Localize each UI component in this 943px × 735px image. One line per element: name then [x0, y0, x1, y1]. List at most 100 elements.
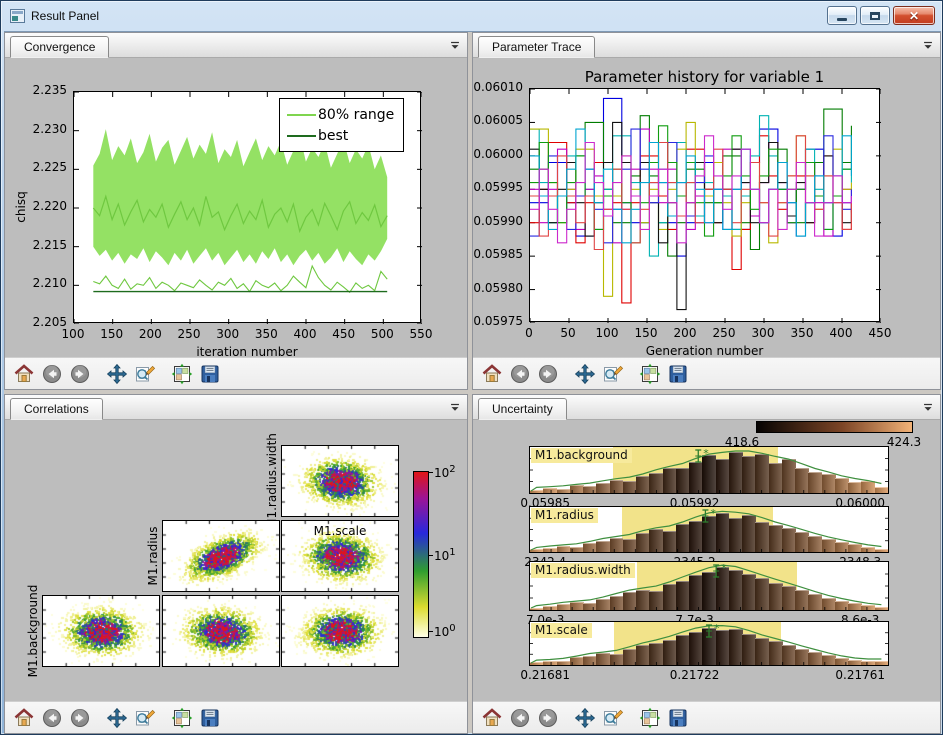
- pan-button[interactable]: [103, 360, 131, 387]
- back-icon: [509, 363, 531, 385]
- home-button[interactable]: [10, 360, 38, 387]
- tick-label: 2.225: [23, 160, 67, 174]
- tick-label: 2.215: [23, 238, 67, 252]
- panel-convergence: Convergence 1001502002503003504004505005…: [4, 32, 468, 390]
- colorbar-tick: [429, 472, 433, 473]
- zoom-rect-icon: [134, 707, 156, 729]
- tick-label: 150: [626, 326, 666, 340]
- back-button[interactable]: [506, 704, 534, 731]
- tab-label: Parameter Trace: [492, 40, 581, 54]
- save-icon: [667, 363, 689, 385]
- pan-icon: [106, 363, 128, 385]
- exponent: 2: [449, 464, 455, 475]
- tick-label: 400: [285, 327, 325, 341]
- save-button[interactable]: [196, 360, 224, 387]
- forward-button[interactable]: [534, 704, 562, 731]
- histogram-tick-label: 0.21681: [510, 668, 580, 682]
- close-button[interactable]: ✕: [893, 6, 935, 25]
- tick-label: 0.05975: [473, 314, 523, 328]
- panel-uncertainty: Uncertainty 418.6424.3*M1.background0.05…: [472, 394, 941, 734]
- tick-label: 250: [704, 326, 744, 340]
- tab-parameter-trace[interactable]: Parameter Trace: [478, 36, 595, 58]
- uncertainty-colorbar: [756, 421, 913, 433]
- forward-button[interactable]: [66, 704, 94, 731]
- path: [530, 126, 851, 243]
- save-button[interactable]: [196, 704, 224, 731]
- configure-subplots-icon: [171, 707, 193, 729]
- correlation-heatmap-canvas: [43, 596, 159, 666]
- save-icon: [667, 707, 689, 729]
- configure-subplots-icon: [639, 363, 661, 385]
- colorbar-tick-label: 102: [434, 464, 456, 480]
- tick-label: 50: [548, 326, 588, 340]
- save-icon: [199, 363, 221, 385]
- back-button[interactable]: [38, 704, 66, 731]
- pan-button[interactable]: [103, 704, 131, 731]
- tab-label: Convergence: [24, 40, 95, 54]
- pan-icon: [574, 363, 596, 385]
- panel-correlations: Correlations M1.radius.widthM1.radiusM1.…: [4, 394, 468, 734]
- tab-dropdown-button[interactable]: [919, 399, 936, 416]
- chart-title: Parameter history for variable 1: [555, 68, 855, 86]
- home-icon: [481, 363, 503, 385]
- parameter-name-chip: M1.background: [531, 448, 632, 463]
- tab-dropdown-button[interactable]: [446, 399, 463, 416]
- tab-correlations[interactable]: Correlations: [10, 398, 103, 420]
- home-button[interactable]: [478, 704, 506, 731]
- x-axis-label: iteration number: [177, 345, 317, 357]
- configure-subplots-button[interactable]: [636, 704, 664, 731]
- tick-label: 400: [821, 326, 861, 340]
- home-button[interactable]: [10, 704, 38, 731]
- save-button[interactable]: [664, 704, 692, 731]
- zoom-rect-button[interactable]: [599, 360, 627, 387]
- tabbar-parameter-trace: Parameter Trace: [473, 33, 940, 58]
- tabbar-convergence: Convergence: [5, 33, 467, 58]
- forward-icon: [537, 363, 559, 385]
- correlation-plot: [162, 520, 280, 592]
- correlation-colorbar: [413, 471, 429, 638]
- zoom-rect-button[interactable]: [131, 360, 159, 387]
- home-button[interactable]: [478, 360, 506, 387]
- pan-button[interactable]: [571, 360, 599, 387]
- home-icon: [13, 707, 35, 729]
- parameter-name-chip: M1.scale: [531, 623, 592, 638]
- tab-dropdown-button[interactable]: [446, 37, 463, 54]
- dropdown-arrow-icon: [448, 39, 462, 53]
- back-icon: [41, 707, 63, 729]
- tick-label: 0.06005: [473, 113, 523, 127]
- tick-label: 350: [246, 327, 286, 341]
- tab-dropdown-button[interactable]: [919, 37, 936, 54]
- zoom-rect-button[interactable]: [131, 704, 159, 731]
- home-icon: [13, 363, 35, 385]
- uncertainty-histogram: *M1.radius.width: [529, 561, 889, 611]
- maximize-button[interactable]: [860, 6, 890, 25]
- pan-button[interactable]: [571, 704, 599, 731]
- save-button[interactable]: [664, 360, 692, 387]
- forward-button[interactable]: [534, 360, 562, 387]
- colorbar-tick-label: 101: [434, 547, 456, 563]
- x-axis-label: Generation number: [625, 344, 785, 357]
- configure-subplots-button[interactable]: [168, 704, 196, 731]
- tab-convergence[interactable]: Convergence: [10, 36, 109, 58]
- tab-uncertainty[interactable]: Uncertainty: [478, 398, 567, 420]
- minimize-button[interactable]: [827, 6, 857, 25]
- tick-label: 0.06000: [473, 147, 523, 161]
- correlation-plot: [281, 445, 399, 517]
- legend-entry: 80% range: [287, 104, 394, 125]
- tick-label: 0.05990: [473, 214, 523, 228]
- configure-subplots-button[interactable]: [636, 360, 664, 387]
- back-button[interactable]: [506, 360, 534, 387]
- tick-label: 0.05980: [473, 281, 523, 295]
- tick-label: 350: [782, 326, 822, 340]
- back-icon: [41, 363, 63, 385]
- back-icon: [509, 707, 531, 729]
- forward-button[interactable]: [66, 360, 94, 387]
- configure-subplots-button[interactable]: [168, 360, 196, 387]
- back-button[interactable]: [38, 360, 66, 387]
- forward-icon: [69, 363, 91, 385]
- parameter-name-chip: M1.radius.width: [531, 563, 635, 578]
- zoom-rect-button[interactable]: [599, 704, 627, 731]
- maximize-icon: [870, 12, 880, 20]
- tick-label: 0.05995: [473, 180, 523, 194]
- uncertainty-histogram: *M1.scale: [529, 621, 889, 666]
